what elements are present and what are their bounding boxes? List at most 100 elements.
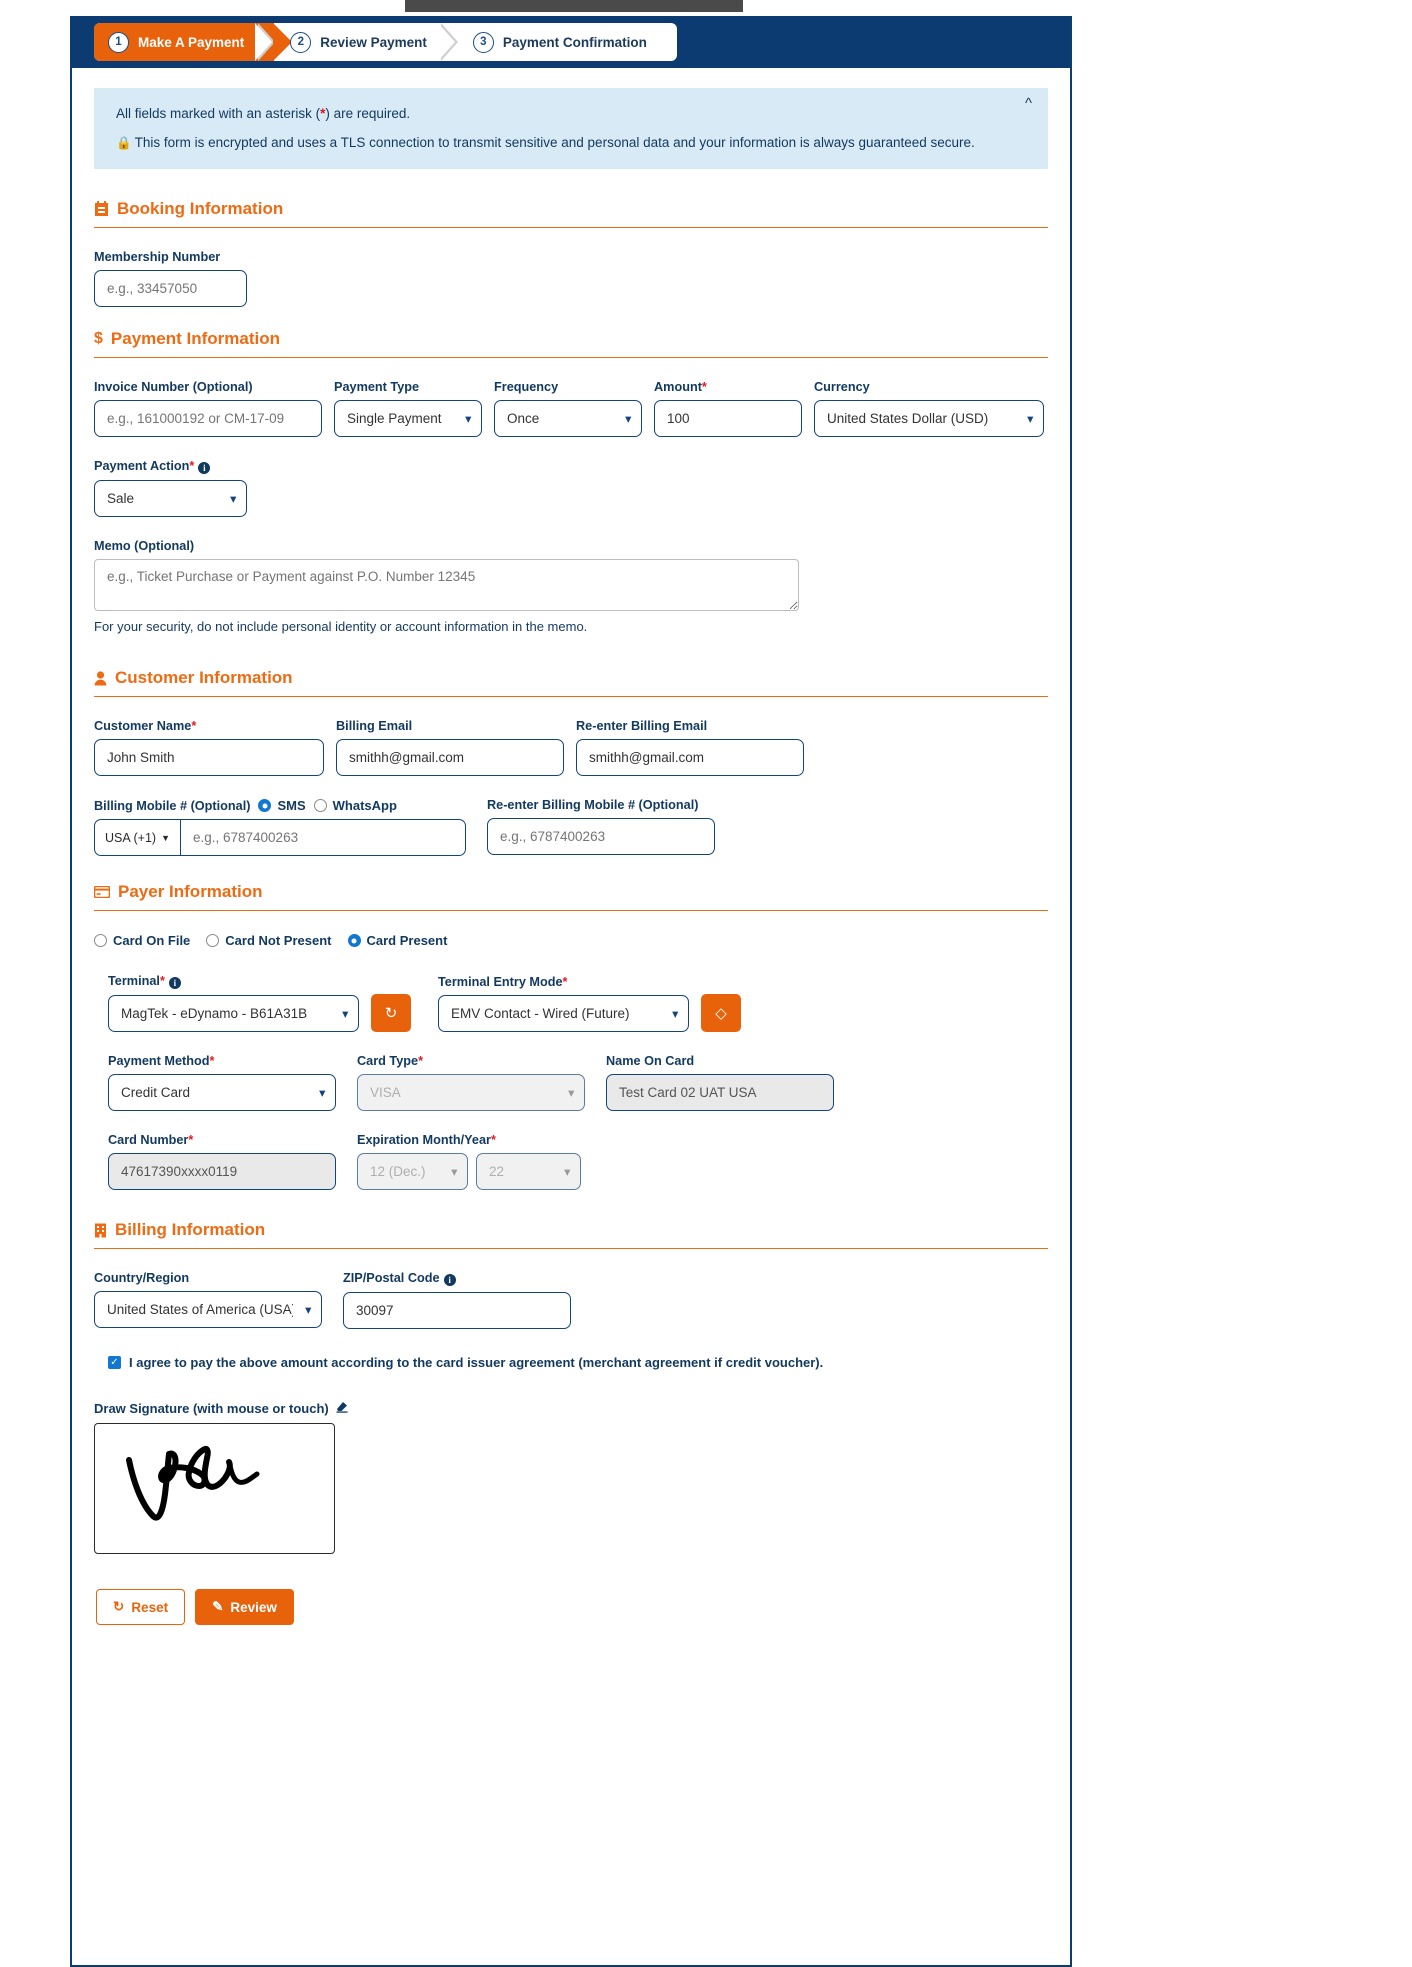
- card-not-present-option[interactable]: Card Not Present: [206, 933, 332, 948]
- chevron-up-icon[interactable]: ^: [1019, 92, 1038, 115]
- billing-email-input[interactable]: [336, 739, 564, 776]
- customer-name-label: Customer Name*: [94, 719, 197, 733]
- customer-section-title: Customer Information: [115, 668, 293, 687]
- name-on-card-label: Name On Card: [606, 1054, 695, 1068]
- terminal-label: Terminal* i: [108, 974, 359, 989]
- info-icon[interactable]: i: [168, 977, 181, 989]
- eraser-icon[interactable]: [335, 1400, 349, 1416]
- card-on-file-radio[interactable]: [94, 934, 107, 947]
- card-type-selectwrap: VISA ▾: [357, 1074, 585, 1111]
- billing-address-row: Country/Region United States of America …: [94, 1271, 1048, 1329]
- phone-input-group: USA (+1) ▼: [94, 819, 466, 856]
- frequency-select[interactable]: Once: [494, 400, 642, 437]
- sms-radio[interactable]: [258, 799, 272, 812]
- amount-field: Amount*: [654, 380, 802, 437]
- whatsapp-radio[interactable]: [313, 799, 327, 812]
- card-swipe-icon[interactable]: ◇: [701, 994, 741, 1032]
- expiration-month-select: 12 (Dec.): [357, 1153, 468, 1190]
- billing-mobile-label-group: Billing Mobile # (Optional) SMS WhatsApp: [94, 798, 466, 813]
- reenter-billing-mobile-input[interactable]: [486, 818, 715, 855]
- step-number-3: 3: [472, 31, 494, 53]
- required-asterisk: *: [490, 1133, 496, 1147]
- billing-mobile-label: Billing Mobile # (Optional): [94, 798, 251, 813]
- zip-label: ZIP/Postal Code i: [343, 1271, 571, 1286]
- zip-field: ZIP/Postal Code i: [343, 1271, 571, 1329]
- card-present-option[interactable]: Card Present: [347, 933, 448, 948]
- signature-pad[interactable]: [94, 1423, 335, 1554]
- billing-mobile-input[interactable]: [180, 819, 466, 856]
- frequency-field: Frequency Once ▾: [494, 380, 642, 437]
- reset-button[interactable]: ↻ Reset: [96, 1589, 186, 1625]
- dollar-icon: $: [94, 330, 103, 347]
- card-on-file-label: Card On File: [113, 933, 191, 948]
- card-present-radio[interactable]: [347, 934, 361, 947]
- form-actions: ↻ Reset ✎ Review: [96, 1589, 1048, 1625]
- card-on-file-option[interactable]: Card On File: [94, 933, 190, 948]
- payment-method-select[interactable]: Credit Card: [108, 1074, 336, 1111]
- currency-select[interactable]: United States Dollar (USD): [814, 400, 1044, 437]
- whatsapp-radio-option[interactable]: WhatsApp: [313, 798, 397, 813]
- payment-action-select[interactable]: Sale: [94, 480, 247, 517]
- billing-mobile-field: Billing Mobile # (Optional) SMS WhatsApp: [94, 798, 466, 856]
- memo-textarea[interactable]: [94, 559, 799, 611]
- card-present-label: Card Present: [366, 933, 448, 948]
- refresh-icon: ↻: [113, 1599, 125, 1614]
- country-region-select[interactable]: United States of America (USA): [94, 1291, 322, 1328]
- required-fields-note: All fields marked with an asterisk (*) a…: [116, 106, 1026, 121]
- sms-radio-option[interactable]: SMS: [258, 798, 306, 813]
- zip-postal-code-input[interactable]: [343, 1292, 571, 1329]
- payment-type-select[interactable]: Single Payment: [334, 400, 482, 437]
- booking-information-section: Booking Information Membership Number: [94, 199, 1048, 307]
- payment-form-frame: 1 Make A Payment 2 Review Payment 3 Paym…: [70, 16, 1072, 1967]
- booking-section-header: Booking Information: [94, 199, 1048, 228]
- step-make-a-payment[interactable]: 1 Make A Payment: [94, 23, 293, 61]
- name-on-card-input: [606, 1074, 834, 1111]
- card-not-present-radio[interactable]: [206, 934, 220, 947]
- payment-type-label: Payment Type: [334, 380, 420, 394]
- invoice-number-input[interactable]: [94, 400, 322, 437]
- required-asterisk: *: [701, 380, 707, 394]
- memo-security-note: For your security, do not include person…: [94, 619, 588, 634]
- expiration-year-select: 22: [476, 1153, 581, 1190]
- payment-fields-row: Invoice Number (Optional) Payment Type S…: [94, 380, 1048, 437]
- country-code-selector[interactable]: USA (+1) ▼: [94, 819, 181, 856]
- membership-label: Membership Number: [94, 250, 221, 264]
- customer-name-input[interactable]: [94, 739, 324, 776]
- payer-information-section: Payer Information Card On File Card Not …: [94, 882, 1048, 1190]
- reenter-billing-mobile-label: Re-enter Billing Mobile # (Optional): [486, 798, 699, 812]
- amount-input[interactable]: [654, 400, 802, 437]
- required-asterisk: *: [209, 1054, 215, 1068]
- frequency-selectwrap: Once ▾: [494, 400, 642, 437]
- card-type-field: Card Type* VISA ▾: [357, 1054, 585, 1111]
- customer-information-section: Customer Information Customer Name* Bill…: [94, 668, 1048, 856]
- country-region-field: Country/Region United States of America …: [94, 1271, 322, 1328]
- agreement-row[interactable]: ✓ I agree to pay the above amount accord…: [108, 1355, 1048, 1370]
- card-not-present-label: Card Not Present: [225, 933, 332, 948]
- terminal-row: Terminal* i MagTek - eDynamo - B61A31B ▾ …: [108, 974, 1048, 1032]
- name-on-card-field: Name On Card: [606, 1054, 834, 1111]
- stepper-bar: 1 Make A Payment 2 Review Payment 3 Paym…: [72, 16, 1070, 68]
- payment-type-field: Payment Type Single Payment ▾: [334, 380, 482, 437]
- step-review-payment[interactable]: 2 Review Payment: [255, 23, 457, 61]
- required-asterisk: *: [418, 1054, 424, 1068]
- terminal-entry-mode-label: Terminal Entry Mode*: [438, 975, 568, 989]
- membership-number-input[interactable]: [94, 270, 247, 307]
- refresh-icon[interactable]: ↻: [371, 994, 411, 1032]
- signature-block: Draw Signature (with mouse or touch): [94, 1400, 1048, 1554]
- payment-action-row: Payment Action* i Sale ▾: [94, 459, 1048, 517]
- info-icon[interactable]: i: [198, 462, 211, 474]
- terminal-entry-mode-select[interactable]: EMV Contact - Wired (Future): [438, 995, 689, 1032]
- terminal-select[interactable]: MagTek - eDynamo - B61A31B: [108, 995, 359, 1032]
- review-button[interactable]: ✎ Review: [195, 1589, 294, 1625]
- reenter-billing-email-input[interactable]: [576, 739, 804, 776]
- info-icon[interactable]: i: [443, 1274, 456, 1286]
- payment-type-selectwrap: Single Payment ▾: [334, 400, 482, 437]
- expiration-field: Expiration Month/Year* 12 (Dec.) ▾ 22 ▾: [357, 1133, 581, 1190]
- step-payment-confirmation[interactable]: 3 Payment Confirmation: [437, 23, 677, 61]
- step-number-1: 1: [108, 31, 129, 53]
- encryption-note: 🔒 This form is encrypted and uses a TLS c…: [116, 135, 1026, 151]
- frequency-label: Frequency: [494, 380, 559, 394]
- step-label-2: Review Payment: [320, 34, 427, 50]
- agreement-checkbox[interactable]: ✓: [108, 1356, 121, 1369]
- payment-action-selectwrap: Sale ▾: [94, 480, 247, 517]
